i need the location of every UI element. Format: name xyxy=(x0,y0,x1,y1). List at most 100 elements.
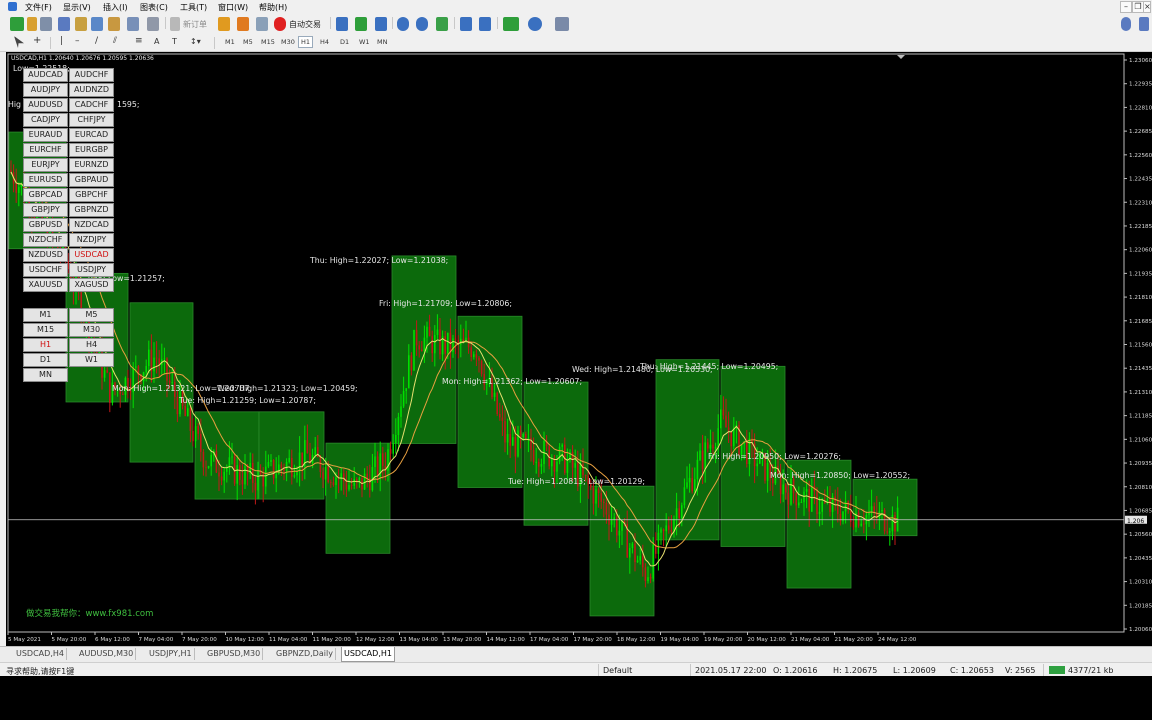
label-icon[interactable]: T xyxy=(172,37,177,46)
symbol-button-eurusd[interactable]: EURUSD xyxy=(23,173,68,187)
symbol-button-nzdchf[interactable]: NZDCHF xyxy=(23,233,68,247)
cursor-icon[interactable] xyxy=(14,36,24,48)
arrows-icon[interactable]: ↕▾ xyxy=(190,37,201,46)
fibonacci-icon[interactable]: ≡ xyxy=(135,36,143,46)
symbol-button-euraud[interactable]: EURAUD xyxy=(23,128,68,142)
menu-charts[interactable]: 图表(C) xyxy=(140,2,168,13)
navigator-icon[interactable] xyxy=(75,17,87,31)
tile-windows-icon[interactable] xyxy=(436,17,448,31)
symbol-button-audnzd[interactable]: AUDNZD xyxy=(69,83,114,97)
new-order-icon[interactable] xyxy=(170,17,180,31)
new-order-button[interactable]: 新订单 xyxy=(183,19,207,30)
symbol-button-chfjpy[interactable]: CHFJPY xyxy=(69,113,114,127)
tf-m1[interactable]: M1 xyxy=(225,38,235,46)
timeframe-button-w1[interactable]: W1 xyxy=(69,353,114,367)
chart-window-icon[interactable] xyxy=(127,17,139,31)
new-chart-icon[interactable] xyxy=(10,17,24,31)
tab-gbpusd-m30[interactable]: GBPUSD,M30 xyxy=(205,648,264,660)
symbol-button-cadchf[interactable]: CADCHF xyxy=(69,98,114,112)
line-chart-icon[interactable] xyxy=(375,17,387,31)
timeframe-button-d1[interactable]: D1 xyxy=(23,353,68,367)
profiles-icon[interactable] xyxy=(27,17,37,31)
symbol-button-usdcad[interactable]: USDCAD xyxy=(69,248,114,262)
autoscroll-icon[interactable] xyxy=(479,17,491,31)
search-icon[interactable] xyxy=(1121,17,1131,31)
timeframe-button-mn[interactable]: MN xyxy=(23,368,68,382)
symbol-button-audcad[interactable]: AUDCAD xyxy=(23,68,68,82)
symbol-button-xauusd[interactable]: XAUUSD xyxy=(23,278,68,292)
text-icon[interactable]: A xyxy=(154,37,159,46)
symbol-button-nzdjpy[interactable]: NZDJPY xyxy=(69,233,114,247)
horizontal-line-icon[interactable]: – xyxy=(75,36,80,46)
history-icon[interactable] xyxy=(147,17,159,31)
symbol-button-audusd[interactable]: AUDUSD xyxy=(23,98,68,112)
symbol-button-gbpaud[interactable]: GBPAUD xyxy=(69,173,114,187)
symbol-button-eurnzd[interactable]: EURNZD xyxy=(69,158,114,172)
autotrade-icon[interactable] xyxy=(274,17,286,31)
autotrade-button[interactable]: 自动交易 xyxy=(289,19,321,30)
symbol-button-nzdcad[interactable]: NZDCAD xyxy=(69,218,114,232)
timeframe-button-m1[interactable]: M1 xyxy=(23,308,68,322)
symbol-button-gbpchf[interactable]: GBPCHF xyxy=(69,188,114,202)
chat-icon[interactable] xyxy=(1139,17,1149,31)
timeframe-button-m15[interactable]: M15 xyxy=(23,323,68,337)
tf-m30[interactable]: M30 xyxy=(281,38,295,46)
data-window-icon[interactable] xyxy=(58,17,70,31)
symbol-button-gbpusd[interactable]: GBPUSD xyxy=(23,218,68,232)
menu-help[interactable]: 帮助(H) xyxy=(259,2,287,13)
symbol-button-gbpcad[interactable]: GBPCAD xyxy=(23,188,68,202)
chart-shift-icon[interactable] xyxy=(460,17,472,31)
tab-usdcad-h4[interactable]: USDCAD,H4 xyxy=(14,648,67,660)
symbol-button-nzdusd[interactable]: NZDUSD xyxy=(23,248,68,262)
tf-m5[interactable]: M5 xyxy=(243,38,253,46)
tf-h4[interactable]: H4 xyxy=(320,38,329,46)
symbol-button-audchf[interactable]: AUDCHF xyxy=(69,68,114,82)
symbol-button-eurjpy[interactable]: EURJPY xyxy=(23,158,68,172)
trendline-icon[interactable]: / xyxy=(95,36,98,46)
symbol-button-xagusd[interactable]: XAGUSD xyxy=(69,278,114,292)
timeframe-button-h4[interactable]: H4 xyxy=(69,338,114,352)
tab-gbpnzd-daily[interactable]: GBPNZD,Daily xyxy=(274,648,336,660)
symbol-button-eurchf[interactable]: EURCHF xyxy=(23,143,68,157)
tf-w1[interactable]: W1 xyxy=(359,38,370,46)
menu-file[interactable]: 文件(F) xyxy=(25,2,52,13)
tf-h1[interactable]: H1 xyxy=(298,36,314,48)
periods-icon[interactable] xyxy=(528,17,542,31)
symbol-button-usdchf[interactable]: USDCHF xyxy=(23,263,68,277)
close-icon[interactable]: × xyxy=(1143,1,1151,13)
bar-chart-icon[interactable] xyxy=(336,17,348,31)
symbol-button-eurcad[interactable]: EURCAD xyxy=(69,128,114,142)
crosshair-icon[interactable]: + xyxy=(33,35,41,46)
vertical-line-icon[interactable]: | xyxy=(60,36,63,46)
tf-mn[interactable]: MN xyxy=(377,38,387,46)
market-watch-icon[interactable] xyxy=(40,17,52,31)
tab-usdjpy-h1[interactable]: USDJPY,H1 xyxy=(147,648,195,660)
strategy-tester-icon[interactable] xyxy=(108,17,120,31)
minimize-icon[interactable]: – xyxy=(1120,1,1132,13)
templates-icon[interactable] xyxy=(555,17,569,31)
menu-view[interactable]: 显示(V) xyxy=(63,2,91,13)
timeframe-button-m5[interactable]: M5 xyxy=(69,308,114,322)
channel-icon[interactable]: ⫽ xyxy=(113,36,117,46)
menu-tools[interactable]: 工具(T) xyxy=(180,2,207,13)
tab-usdcad-h1[interactable]: USDCAD,H1 xyxy=(341,647,395,662)
symbol-button-usdjpy[interactable]: USDJPY xyxy=(69,263,114,277)
metaeditor-icon[interactable] xyxy=(218,17,230,31)
tab-audusd-m30[interactable]: AUDUSD,M30 xyxy=(77,648,137,660)
tf-m15[interactable]: M15 xyxy=(261,38,275,46)
symbol-button-gbpjpy[interactable]: GBPJPY xyxy=(23,203,68,217)
status-profile[interactable]: Default xyxy=(603,666,632,675)
symbol-button-cadjpy[interactable]: CADJPY xyxy=(23,113,68,127)
timeframe-button-m30[interactable]: M30 xyxy=(69,323,114,337)
chart-window[interactable]: 1.206 1.23060 1.22935 1.22810 1.22685 1.22560… xyxy=(6,52,1152,646)
timeframe-button-h1[interactable]: H1 xyxy=(23,338,68,352)
price-chart[interactable]: 1.206 1.23060 1.22935 1.22810 1.22685 1.22560… xyxy=(6,52,1152,646)
tf-d1[interactable]: D1 xyxy=(340,38,349,46)
alert-icon[interactable] xyxy=(237,17,249,31)
symbol-button-gbpnzd[interactable]: GBPNZD xyxy=(69,203,114,217)
menu-window[interactable]: 窗口(W) xyxy=(218,2,248,13)
terminal-icon[interactable] xyxy=(91,17,103,31)
symbol-button-audjpy[interactable]: AUDJPY xyxy=(23,83,68,97)
zoom-out-icon[interactable] xyxy=(416,17,428,31)
indicators-icon[interactable] xyxy=(503,17,519,31)
